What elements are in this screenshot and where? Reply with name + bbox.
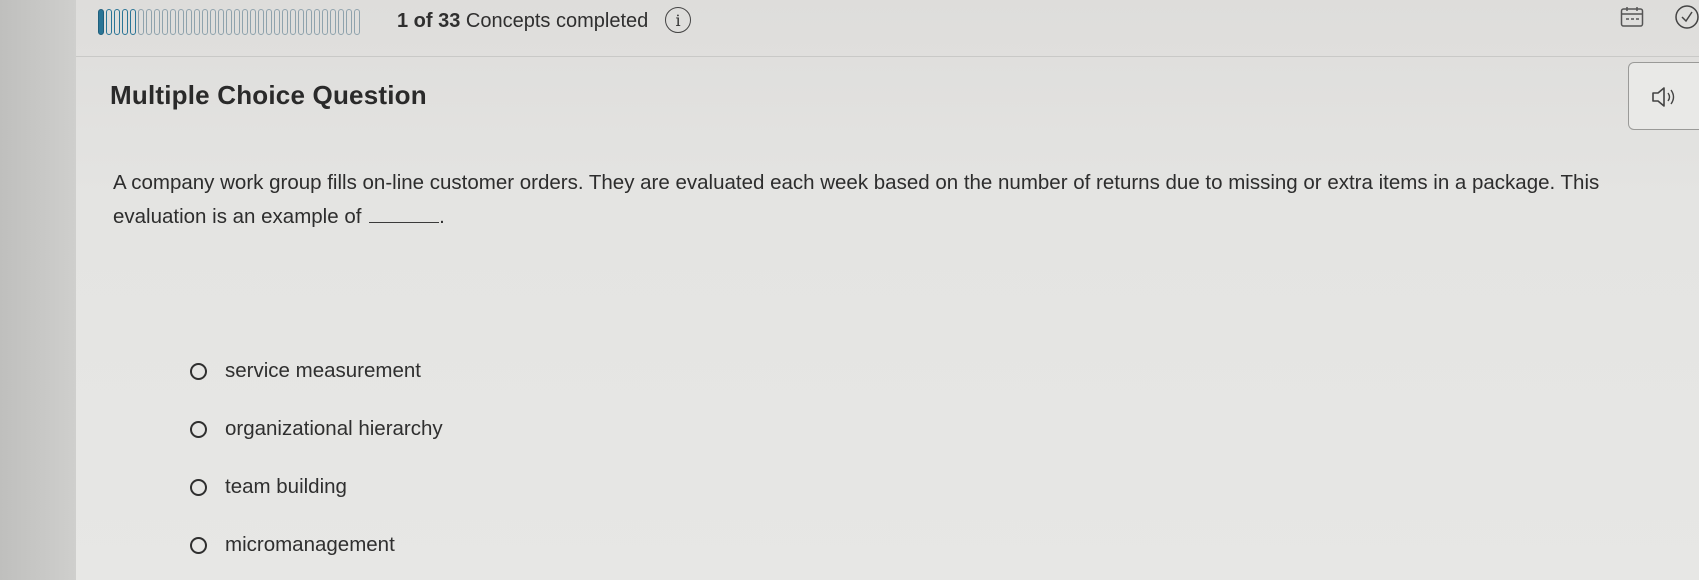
question-text-end: . [439, 205, 445, 228]
header-divider [76, 56, 1699, 57]
radio-button[interactable] [190, 420, 207, 438]
question-text: A company work group fills on-line custo… [113, 171, 1600, 228]
option-label: micromanagement [225, 533, 395, 556]
progress-segment [138, 9, 144, 35]
progress-segment [290, 9, 296, 35]
calendar-icon[interactable] [1620, 6, 1644, 28]
progress-segment [250, 9, 256, 35]
progress-segment [258, 9, 264, 35]
progress-segment [130, 9, 136, 35]
answer-option-2[interactable]: organizational hierarchy [190, 400, 443, 458]
progress-segment [194, 9, 200, 35]
question-heading: Multiple Choice Question [110, 80, 427, 110]
progress-segment [274, 9, 280, 35]
option-label: organizational hierarchy [225, 417, 443, 440]
info-icon[interactable]: i [665, 7, 691, 33]
progress-segment [242, 9, 248, 35]
progress-segment [218, 9, 224, 35]
progress-segment [234, 9, 240, 35]
progress-segment [122, 9, 128, 35]
question-prompt: A company work group fills on-line custo… [113, 166, 1683, 234]
progress-segment [202, 9, 208, 35]
info-glyph: i [675, 10, 681, 30]
progress-segment [266, 9, 272, 35]
concept-progress-bar [98, 9, 360, 35]
progress-segment [322, 9, 328, 35]
option-label: service measurement [225, 359, 421, 382]
progress-segment [178, 9, 184, 35]
progress-segment [106, 9, 112, 35]
progress-segment [154, 9, 160, 35]
answer-option-1[interactable]: service measurement [190, 342, 443, 400]
progress-segment-complete [98, 9, 104, 35]
answer-option-4[interactable]: micromanagement [190, 516, 443, 574]
speaker-icon [1652, 87, 1675, 107]
progress-segment [114, 9, 120, 35]
progress-label: Concepts completed [465, 10, 649, 32]
progress-segment [338, 9, 344, 35]
radio-button[interactable] [190, 478, 207, 496]
progress-segment [354, 9, 360, 35]
progress-segment [210, 9, 216, 35]
progress-segment [314, 9, 320, 35]
read-aloud-button[interactable] [1628, 62, 1699, 130]
answer-option-3[interactable]: team building [190, 458, 443, 516]
option-label: team building [225, 475, 347, 498]
progress-segment [170, 9, 176, 35]
progress-segment [226, 9, 232, 35]
left-margin [0, 0, 76, 580]
progress-count: 1 of 33 [397, 10, 461, 32]
progress-segment [306, 9, 312, 35]
answer-blank [369, 204, 440, 223]
check-circle-icon[interactable] [1673, 3, 1699, 31]
progress-segment [162, 9, 168, 35]
radio-button[interactable] [190, 536, 207, 554]
progress-segment [346, 9, 352, 35]
answer-options: service measurement organizational hiera… [190, 342, 443, 574]
progress-segment [186, 9, 192, 35]
progress-status: 1 of 33 Concepts completed [397, 10, 648, 33]
progress-segment [298, 9, 304, 35]
radio-button[interactable] [190, 362, 207, 380]
progress-segment [146, 9, 152, 35]
progress-segment [330, 9, 336, 35]
progress-segment [282, 9, 288, 35]
